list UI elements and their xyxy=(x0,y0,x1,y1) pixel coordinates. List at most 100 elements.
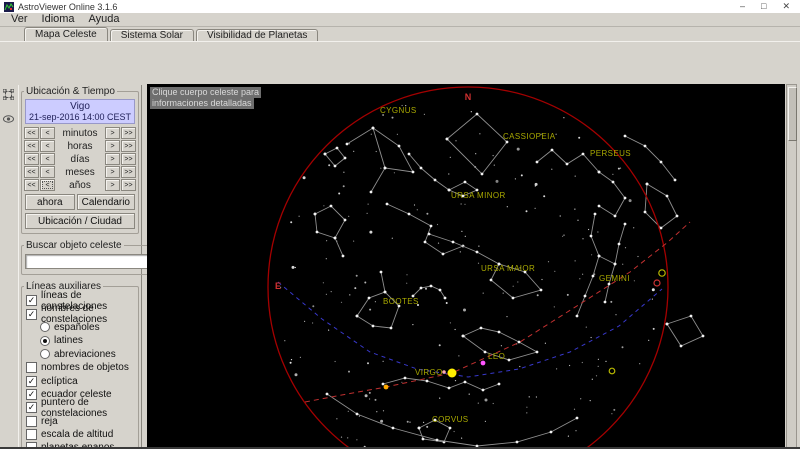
stepper-minutos-back[interactable]: < xyxy=(40,127,55,139)
now-button[interactable]: ahora xyxy=(25,194,75,210)
stepper-d-as-fwd[interactable]: > xyxy=(105,153,120,165)
radio-box[interactable] xyxy=(40,322,50,333)
stepper-meses-fast-fwd[interactable]: >> xyxy=(121,166,136,178)
constellation-gemini-bar xyxy=(598,255,616,265)
control-panel: Ubicación & Tiempo Vigo 21-sep-2016 14:0… xyxy=(18,85,186,449)
stepper-horas-back[interactable]: < xyxy=(40,140,55,152)
stepper-meses-fwd[interactable]: > xyxy=(105,166,120,178)
window-title: AstroViewer Online 3.1.6 xyxy=(18,1,118,12)
datetime-label: 21-sep-2016 14:00 CEST xyxy=(28,112,132,122)
equator xyxy=(277,281,663,378)
aux-lines-group: Líneas auxiliares ✓ líneas de constelacio… xyxy=(21,281,139,449)
app-window: AstroViewer Online 3.1.6 – □ ✕ Ver Idioma… xyxy=(0,0,800,449)
stepper-a-os-fast-back[interactable]: << xyxy=(24,179,39,191)
stepper-d-as-fast-back[interactable]: << xyxy=(24,153,39,165)
tab-mapa-celeste[interactable]: Mapa Celeste xyxy=(24,27,108,41)
stepper-a-os-back[interactable]: < xyxy=(40,179,55,191)
tab-bar: Mapa Celeste Sistema Solar Visibilidad de … xyxy=(0,27,800,41)
eye-icon[interactable] xyxy=(3,110,14,128)
option-label: reja xyxy=(41,415,58,427)
menu-ayuda[interactable]: Ayuda xyxy=(82,13,127,26)
cardinal-e: E xyxy=(275,281,281,291)
stepper-horas-fwd[interactable]: > xyxy=(105,140,120,152)
checkbox-ecl-ptica[interactable]: ✓ eclíptica xyxy=(24,374,136,387)
label-bootes: BOOTES xyxy=(383,297,419,306)
calendar-button[interactable]: Calendario xyxy=(76,194,135,210)
stepper-a-os-fast-fwd[interactable]: >> xyxy=(121,179,136,191)
object-sun[interactable] xyxy=(447,368,457,378)
object-planet-ring-red[interactable] xyxy=(653,279,661,287)
location-time-group: Ubicación & Tiempo Vigo 21-sep-2016 14:0… xyxy=(21,86,139,234)
sky-map-canvas[interactable]: CYGNUS CASSIOPEIA PERSEUS URSA MINOR URSA MA… xyxy=(147,84,785,449)
stepper-minutos-fwd[interactable]: > xyxy=(105,127,120,139)
stepper-row-horas: << < horas > >> xyxy=(24,140,136,152)
sky-map[interactable]: CYGNUS CASSIOPEIA PERSEUS URSA MINOR URSA MA… xyxy=(147,84,785,449)
stepper-minutos-fast-back[interactable]: << xyxy=(24,127,39,139)
datetime-display: Vigo 21-sep-2016 14:00 CEST xyxy=(25,99,135,124)
stepper-horas-fast-fwd[interactable]: >> xyxy=(121,140,136,152)
stepper-meses-fast-back[interactable]: << xyxy=(24,166,39,178)
tab-visibilidad-de-planetas[interactable]: Visibilidad de Planetas xyxy=(195,29,319,41)
constellation-virgo xyxy=(382,377,500,391)
minimize-button[interactable]: – xyxy=(740,0,745,13)
checkbox-box[interactable]: ✓ xyxy=(26,402,37,414)
vertical-scrollbar[interactable] xyxy=(786,84,797,449)
maximize-button[interactable]: □ xyxy=(761,0,766,13)
stepper-label-d-as: días xyxy=(70,153,90,165)
radio-latines[interactable]: latines xyxy=(24,334,136,347)
app-icon xyxy=(4,1,14,12)
checkbox-puntero-de-constelaciones[interactable]: ✓ puntero de constelaciones xyxy=(24,397,136,419)
object-planet-ring-small[interactable] xyxy=(608,367,616,375)
object-planet-pink[interactable] xyxy=(442,370,446,374)
option-label: latines xyxy=(54,335,83,347)
stepper-label-a-os: años xyxy=(69,179,91,191)
checkbox-nombres-de-objetos[interactable]: nombres de objetos xyxy=(24,361,136,374)
option-label: escala de altitud xyxy=(41,429,114,441)
label-ursa-maior: URSA MAIOR xyxy=(481,264,535,273)
stepper-row-minutos: << < minutos > >> xyxy=(24,127,136,139)
stepper-d-as-fast-fwd[interactable]: >> xyxy=(121,153,136,165)
title-bar: AstroViewer Online 3.1.6 – □ ✕ xyxy=(0,0,800,13)
label-cygnus: CYGNUS xyxy=(380,106,417,115)
tab-sistema-solar[interactable]: Sistema Solar xyxy=(109,29,194,41)
object-planet-magenta[interactable] xyxy=(480,360,486,366)
checkbox-box[interactable] xyxy=(26,362,37,374)
search-input[interactable] xyxy=(25,254,163,269)
map-hint-line1: Clique cuerpo celeste para xyxy=(150,87,262,98)
object-planet-ring-yellow[interactable] xyxy=(658,269,666,277)
radio-box[interactable] xyxy=(40,335,50,346)
stepper-horas-fast-back[interactable]: << xyxy=(24,140,39,152)
object-star-orange[interactable] xyxy=(383,384,389,390)
checkbox-box[interactable] xyxy=(26,415,37,427)
map-hint: Clique cuerpo celeste para informaciones… xyxy=(150,87,262,109)
option-label: españoles xyxy=(54,321,100,333)
constellation-cepheus xyxy=(446,113,508,175)
menu-idioma[interactable]: Idioma xyxy=(35,13,82,26)
menu-bar: Ver Idioma Ayuda xyxy=(0,13,800,27)
checkbox-box[interactable] xyxy=(26,429,37,441)
constellation-labels: CYGNUS CASSIOPEIA PERSEUS URSA MINOR URSA MA… xyxy=(380,106,631,424)
radio-box[interactable] xyxy=(40,349,50,360)
checkbox-escala-de-altitud[interactable]: escala de altitud xyxy=(24,428,136,441)
location-button[interactable]: Ubicación / Ciudad xyxy=(25,213,135,229)
ecliptic-line xyxy=(304,221,691,403)
constellation-perseus xyxy=(598,171,626,217)
stepper-label-minutos: minutos xyxy=(62,127,98,139)
stepper-row-d-as: << < días > >> xyxy=(24,153,136,165)
label-corvus: CORVUS xyxy=(432,415,468,424)
stepper-minutos-fast-fwd[interactable]: >> xyxy=(121,127,136,139)
close-button[interactable]: ✕ xyxy=(782,0,790,13)
checkbox-box[interactable]: ✓ xyxy=(26,375,37,387)
checkbox-nombres-de-constelaciones[interactable]: ✓ nombres de constelaciones xyxy=(24,303,136,325)
stepper-d-as-back[interactable]: < xyxy=(40,153,55,165)
stepper-meses-back[interactable]: < xyxy=(40,166,55,178)
menu-ver[interactable]: Ver xyxy=(4,13,35,26)
checkbox-box[interactable]: ✓ xyxy=(26,295,37,307)
vertical-scrollbar-thumb[interactable] xyxy=(788,87,797,141)
label-perseus: PERSEUS xyxy=(590,149,631,158)
checkbox-box[interactable]: ✓ xyxy=(26,308,37,320)
radio-abreviaciones[interactable]: abreviaciones xyxy=(24,348,136,361)
checkbox-box[interactable]: ✓ xyxy=(26,388,37,400)
stepper-a-os-fwd[interactable]: > xyxy=(105,179,120,191)
fit-view-icon[interactable] xyxy=(2,87,15,105)
